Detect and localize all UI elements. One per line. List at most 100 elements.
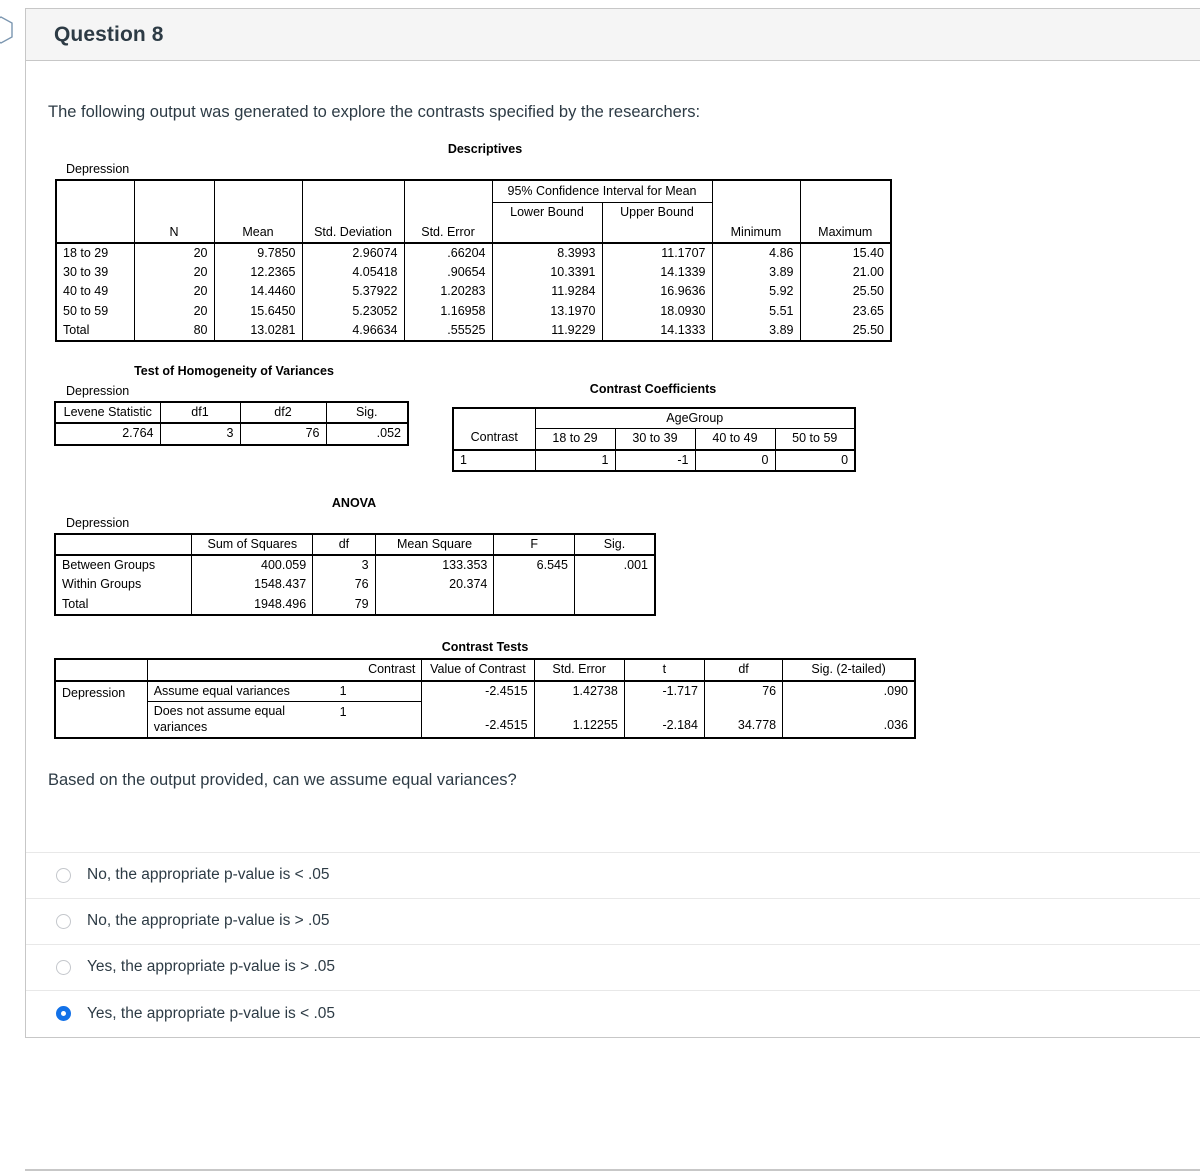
table-row: Does not assume equal variances 1 -2.451… bbox=[55, 701, 915, 738]
cell-n: 20 bbox=[134, 282, 215, 302]
cell-assumption: Assume equal variances bbox=[147, 681, 334, 703]
cell-max: 25.50 bbox=[852, 284, 884, 299]
question-body: The following output was generated to ex… bbox=[26, 61, 1200, 1037]
col-sum-of-squares: Sum of Squares bbox=[191, 533, 314, 555]
col-sig-2-tailed: Sig. (2-tailed) bbox=[811, 662, 886, 677]
col-df: df bbox=[704, 658, 784, 681]
question-header: Question 8 bbox=[26, 9, 1200, 61]
cell-min: 5.51 bbox=[712, 301, 801, 321]
answer-option-3[interactable]: Yes, the appropriate p-value is > .05 bbox=[26, 945, 1200, 991]
cell-upper: 14.1339 bbox=[602, 263, 713, 283]
cell-se: 1.42738 bbox=[534, 681, 625, 702]
cell-min: 3.89 bbox=[712, 320, 801, 341]
cell-mean: 9.7850 bbox=[214, 242, 303, 263]
radio-button-icon[interactable] bbox=[56, 959, 71, 975]
cell-max: 15.40 bbox=[852, 245, 884, 260]
cell-sig: .036 bbox=[883, 717, 908, 732]
cell-f bbox=[493, 575, 575, 595]
cell-mean: 15.6450 bbox=[214, 301, 303, 321]
anova-title: ANOVA bbox=[331, 495, 377, 510]
cell-se: .55525 bbox=[404, 320, 493, 341]
cell-n: 80 bbox=[134, 320, 215, 341]
answer-label: No, the appropriate p-value is < .05 bbox=[87, 866, 330, 884]
table-header-row: 95% Confidence Interval for Mean bbox=[56, 180, 891, 223]
cell-df1: 3 bbox=[160, 423, 241, 445]
cell-sig: .052 bbox=[376, 426, 401, 441]
cell-min: 5.92 bbox=[712, 282, 801, 302]
cell-df: 34.778 bbox=[704, 701, 784, 738]
cell-coef-3: 0 bbox=[695, 449, 776, 471]
row-label: 18 to 29 bbox=[56, 242, 135, 263]
cell-mean: 13.0281 bbox=[214, 320, 303, 341]
answer-options: No, the appropriate p-value is < .05 No,… bbox=[26, 851, 1200, 1037]
anova-table: Sum of Squares df Mean Square F Sig. Bet… bbox=[54, 532, 656, 616]
radio-button-icon[interactable] bbox=[56, 867, 71, 883]
levene-table: Levene Statistic df1 df2 Sig. 2.764 3 76… bbox=[54, 401, 409, 446]
row-label: 40 to 49 bbox=[56, 282, 135, 302]
cell-f: 6.545 bbox=[493, 555, 575, 576]
radio-button-selected-icon[interactable] bbox=[56, 1006, 71, 1022]
col-std-deviation: Std. Deviation bbox=[302, 222, 405, 243]
cell-ss: 400.059 bbox=[191, 555, 314, 576]
cell-max: 25.50 bbox=[852, 322, 884, 337]
cell-df: 76 bbox=[704, 681, 784, 702]
answer-option-4[interactable]: Yes, the appropriate p-value is < .05 bbox=[26, 991, 1200, 1037]
cell-se: .66204 bbox=[404, 242, 493, 263]
col-value-of-contrast: Value of Contrast bbox=[421, 658, 535, 681]
cell-upper: 18.0930 bbox=[602, 301, 713, 321]
table-header-row: Sum of Squares df Mean Square F Sig. bbox=[55, 533, 655, 555]
answer-label: Yes, the appropriate p-value is < .05 bbox=[87, 1004, 336, 1022]
col-group-18-29: 18 to 29 bbox=[535, 428, 616, 450]
radio-button-icon[interactable] bbox=[56, 913, 71, 929]
answer-option-1[interactable]: No, the appropriate p-value is < .05 bbox=[26, 853, 1200, 899]
cell-upper: 14.1333 bbox=[602, 320, 713, 341]
hexagon-marker-icon bbox=[0, 16, 14, 44]
question-card: Question 8 The following output was gene… bbox=[25, 8, 1200, 1038]
cell-value: -2.4515 bbox=[421, 701, 535, 738]
col-upper-bound: Upper Bound bbox=[602, 202, 713, 223]
cell-sig: .090 bbox=[883, 684, 908, 699]
cell-se: 1.20283 bbox=[404, 282, 493, 302]
col-df: df bbox=[312, 533, 376, 555]
col-maximum: Maximum bbox=[818, 224, 873, 239]
col-minimum: Minimum bbox=[712, 222, 801, 243]
answer-option-2[interactable]: No, the appropriate p-value is > .05 bbox=[26, 899, 1200, 945]
table-row: Between Groups 400.059 3 133.353 6.545 .… bbox=[55, 555, 655, 576]
table-row: 1 1 -1 0 0 bbox=[453, 449, 855, 471]
cell-sd: 4.05418 bbox=[302, 263, 405, 283]
table-header-row: Contrast Value of Contrast Std. Error t … bbox=[55, 658, 915, 681]
col-contrast: Contrast bbox=[333, 658, 423, 681]
cell-n: 20 bbox=[134, 301, 215, 321]
col-n: N bbox=[134, 222, 215, 243]
cell-min: 3.89 bbox=[712, 263, 801, 283]
cell-sd: 4.96634 bbox=[302, 320, 405, 341]
table-header-row: Levene Statistic df1 df2 Sig. bbox=[55, 402, 408, 424]
table-row: 18 to 29 20 9.7850 2.96074 .66204 8.3993… bbox=[56, 242, 891, 263]
table-row: 40 to 49 20 14.4460 5.37922 1.20283 11.9… bbox=[56, 282, 891, 302]
contrast-coefficients-title: Contrast Coefficients bbox=[589, 382, 717, 396]
row-group-label: Depression bbox=[55, 681, 148, 738]
row-label: 50 to 59 bbox=[56, 301, 135, 321]
anova-caption: Depression bbox=[66, 515, 130, 530]
row-label: Within Groups bbox=[55, 575, 193, 595]
question-page: Question 8 The following output was gene… bbox=[0, 0, 1200, 1171]
cell-mean: 14.4460 bbox=[214, 282, 303, 302]
row-label: Between Groups bbox=[55, 555, 193, 576]
answer-label: No, the appropriate p-value is > .05 bbox=[87, 912, 330, 930]
ci-group-header: 95% Confidence Interval for Mean bbox=[492, 180, 713, 204]
cell-lower: 11.9284 bbox=[492, 282, 603, 302]
cell-max: 23.65 bbox=[852, 303, 884, 318]
cell-df2: 76 bbox=[240, 423, 327, 445]
cell-ms bbox=[375, 594, 495, 615]
cell-coef-4: 0 bbox=[841, 452, 849, 467]
cell-sd: 5.23052 bbox=[302, 301, 405, 321]
col-mean: Mean bbox=[214, 222, 303, 243]
cell-contrast: 1 bbox=[333, 681, 423, 703]
cell-max: 21.00 bbox=[852, 265, 884, 279]
cell-coef-2: -1 bbox=[615, 449, 696, 471]
col-mean-square: Mean Square bbox=[375, 533, 495, 555]
cell-value: -2.4515 bbox=[421, 681, 535, 702]
table-row: 30 to 39 20 12.2365 4.05418 .90654 10.33… bbox=[56, 263, 891, 283]
cell-sd: 5.37922 bbox=[302, 282, 405, 302]
table-row: Within Groups 1548.437 76 20.374 bbox=[55, 575, 655, 595]
